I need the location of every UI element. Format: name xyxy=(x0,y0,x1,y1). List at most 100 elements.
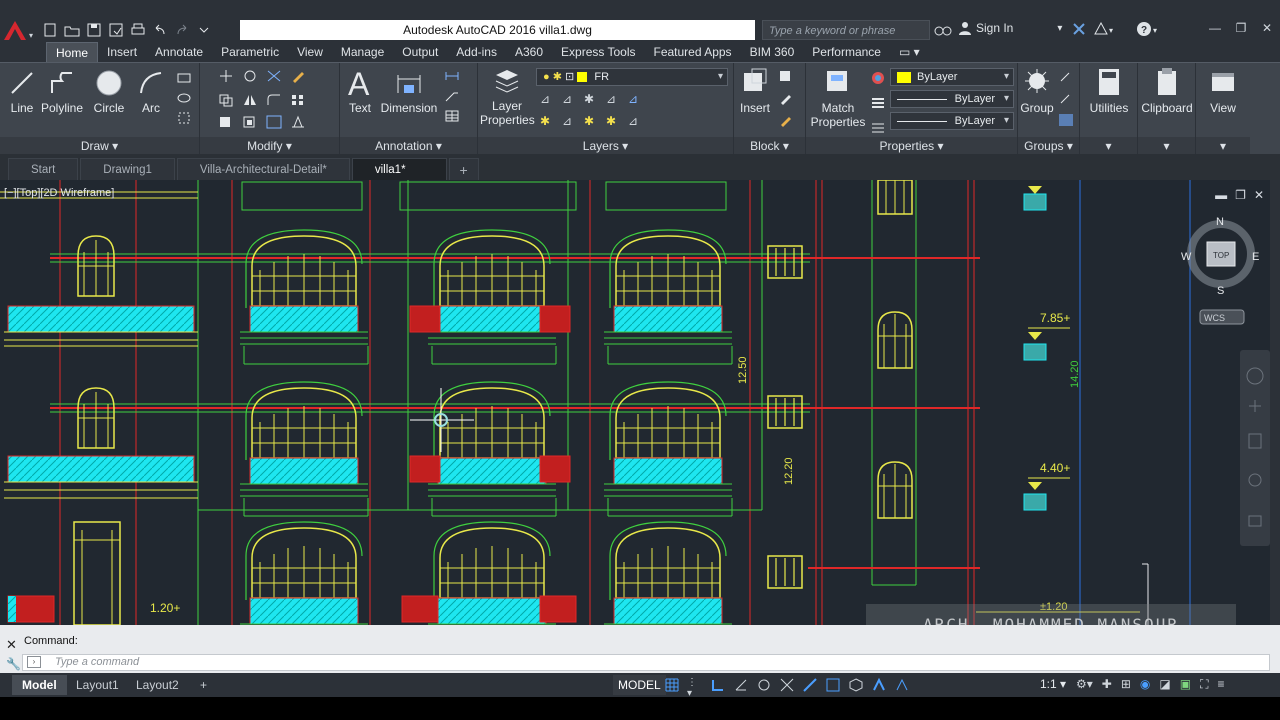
group-edit-icon[interactable] xyxy=(1058,91,1074,105)
copy-icon[interactable] xyxy=(218,93,234,107)
layer-freeze-icon[interactable]: ✱ xyxy=(584,92,600,106)
clipboard-button[interactable]: Clipboard xyxy=(1138,67,1196,115)
tab-add-ins[interactable]: Add-ins xyxy=(447,42,506,62)
layer-isolate-icon[interactable]: ⊿ xyxy=(562,92,578,106)
canvas-scrollbar[interactable] xyxy=(1270,180,1280,625)
lineweight-dropdown[interactable]: ByLayer xyxy=(890,112,1014,130)
layer-on-icon[interactable]: ✱ xyxy=(540,114,556,128)
hatch-icon[interactable] xyxy=(176,91,192,105)
fillet-icon[interactable] xyxy=(266,93,282,107)
new-tab-button[interactable]: + xyxy=(448,158,479,180)
tab-performance[interactable]: Performance xyxy=(803,42,890,62)
layer-match-icon[interactable]: ⊿ xyxy=(628,92,644,106)
linetype-icon[interactable] xyxy=(870,121,886,138)
match-properties-button[interactable]: Match Properties xyxy=(810,67,866,129)
tab-annotate[interactable]: Annotate xyxy=(146,42,212,62)
rectangle-icon[interactable] xyxy=(176,71,192,85)
isodraft-icon[interactable] xyxy=(756,677,772,693)
viewport-close-icon[interactable]: ✕ xyxy=(1254,188,1264,202)
annotation-monitor-icon[interactable]: ✚ xyxy=(1102,677,1112,692)
attribute-icon[interactable] xyxy=(778,113,794,127)
leader-icon[interactable] xyxy=(444,89,460,103)
grid-icon[interactable] xyxy=(664,677,680,693)
workspace-gear-icon[interactable]: ⚙▾ xyxy=(1076,677,1093,692)
trim-icon[interactable] xyxy=(266,69,282,83)
linetype-dropdown[interactable]: ByLayer xyxy=(890,90,1014,108)
file-tab-drawing1[interactable]: Drawing1 xyxy=(80,158,175,180)
arc-button[interactable]: Arc xyxy=(134,69,168,115)
ortho-icon[interactable] xyxy=(710,677,726,693)
view-button[interactable]: View xyxy=(1196,67,1250,115)
print-icon[interactable] xyxy=(130,23,146,37)
view-panel-footer[interactable]: ▾ xyxy=(1196,137,1250,155)
group-button[interactable]: Group xyxy=(1018,67,1056,115)
linear-dim-icon[interactable] xyxy=(444,69,460,83)
file-tab-villa-detail[interactable]: Villa-Architectural-Detail* xyxy=(176,158,350,180)
layer-previous-icon[interactable]: ⊿ xyxy=(628,114,644,128)
tab-a360[interactable]: A360 xyxy=(506,42,552,62)
open-folder-icon[interactable] xyxy=(64,23,80,37)
tab-parametric[interactable]: Parametric xyxy=(212,42,288,62)
model-space-button[interactable]: MODEL xyxy=(613,675,666,695)
utilities-button[interactable]: Utilities xyxy=(1080,67,1138,115)
annotation-scale[interactable]: 1:1 ▾ xyxy=(1040,677,1066,691)
file-tab-villa1[interactable]: villa1* xyxy=(351,158,447,180)
save-as-icon[interactable] xyxy=(108,23,124,37)
auto-scale-icon[interactable] xyxy=(894,677,910,693)
tab-view[interactable]: View xyxy=(288,42,332,62)
edit-block-icon[interactable] xyxy=(778,91,794,105)
text-button[interactable]: A Text xyxy=(342,67,378,115)
redo-icon[interactable] xyxy=(174,23,190,37)
layer-dropdown[interactable]: ● ✱ ⊡ FR xyxy=(536,68,728,86)
object-snap-tracking-icon[interactable] xyxy=(779,677,795,693)
draw-panel-footer[interactable]: Draw ▾ xyxy=(0,137,199,155)
layers-panel-footer[interactable]: Layers ▾ xyxy=(478,137,733,155)
customization-icon[interactable]: ≡ xyxy=(1217,677,1224,692)
polar-icon[interactable] xyxy=(733,677,749,693)
offset-icon[interactable] xyxy=(266,115,282,129)
restore-icon[interactable]: ❐ xyxy=(1228,18,1254,38)
viewport-restore-icon[interactable]: ❐ xyxy=(1235,188,1246,202)
wcs-menu[interactable]: WCS xyxy=(1204,313,1225,323)
dimension-button[interactable]: Dimension xyxy=(380,67,438,115)
minimize-icon[interactable]: — xyxy=(1202,18,1228,38)
units-icon[interactable]: ⊞ xyxy=(1121,677,1131,692)
tab-bim-360[interactable]: BIM 360 xyxy=(741,42,804,62)
layer-unisolate-icon[interactable]: ⊿ xyxy=(562,114,578,128)
utilities-panel-footer[interactable]: ▾ xyxy=(1080,137,1137,155)
circle-button[interactable]: Circle xyxy=(90,69,128,115)
command-input[interactable]: Type a command xyxy=(22,654,1270,671)
layout-tab-model[interactable]: Model xyxy=(12,675,67,695)
snap-dropdown-icon[interactable]: ⋮ ▾ xyxy=(687,677,703,699)
clipboard-panel-footer[interactable]: ▾ xyxy=(1138,137,1195,155)
layer-properties-button[interactable]: Layer Properties xyxy=(480,67,535,127)
navigation-bar[interactable] xyxy=(1240,350,1270,546)
rotate-icon[interactable] xyxy=(242,69,258,83)
block-panel-footer[interactable]: Block ▾ xyxy=(734,137,805,155)
scale-icon[interactable] xyxy=(242,115,258,129)
layer-unlock-icon[interactable]: ✱ xyxy=(606,114,622,128)
layer-lock-icon[interactable]: ⊿ xyxy=(606,92,622,106)
viewport-minimize-icon[interactable]: ▬ xyxy=(1215,188,1227,202)
search-input[interactable]: Type a keyword or phrase xyxy=(762,20,930,40)
close-icon[interactable]: ✕ xyxy=(1254,18,1280,38)
mirror-icon[interactable] xyxy=(242,93,258,107)
viewcube-south[interactable]: S xyxy=(1217,285,1224,297)
qat-dropdown-icon[interactable] xyxy=(196,23,212,37)
layer-thaw-icon[interactable]: ✱ xyxy=(584,114,600,128)
layout-tab-layout2[interactable]: Layout2 xyxy=(126,675,189,695)
array-icon[interactable] xyxy=(290,93,306,107)
polyline-button[interactable]: Polyline xyxy=(40,69,84,115)
group-selection-icon[interactable] xyxy=(1058,113,1074,127)
tab-home[interactable]: Home xyxy=(46,42,99,62)
tab-output[interactable]: Output xyxy=(393,42,447,62)
undo-icon[interactable] xyxy=(152,23,168,37)
move-icon[interactable] xyxy=(218,69,234,83)
viewcube-west[interactable]: W xyxy=(1181,251,1192,263)
line-button[interactable]: Line xyxy=(6,69,38,115)
recent-commands-icon[interactable]: › xyxy=(27,656,41,668)
help-icon[interactable]: ? ▾ xyxy=(1136,21,1160,40)
sign-in-button[interactable]: Sign In ▾ xyxy=(958,21,1062,35)
a360-icon[interactable]: ▾ xyxy=(1094,21,1116,39)
exchange-x-icon[interactable] xyxy=(1072,22,1086,39)
